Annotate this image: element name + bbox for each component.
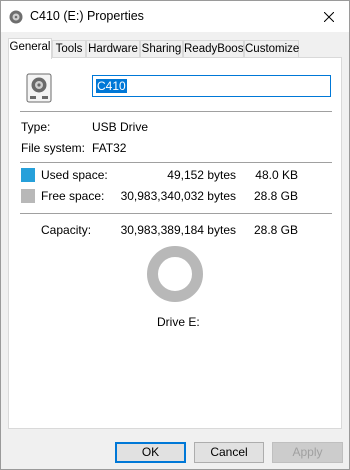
window-title: C410 (E:) Properties — [30, 9, 144, 23]
free-space-swatch — [21, 189, 35, 203]
close-button[interactable] — [309, 1, 349, 32]
apply-button[interactable]: Apply — [272, 442, 343, 463]
volume-name-input[interactable]: C410 — [92, 75, 331, 97]
type-value: USB Drive — [92, 120, 149, 134]
drive-icon — [9, 10, 23, 24]
used-space-label: Used space: — [41, 168, 108, 182]
general-panel: C410 Type: USB Drive File system: FAT32 … — [8, 57, 342, 429]
capacity-bytes: 30,983,389,184 bytes — [120, 223, 236, 237]
tab-customize[interactable]: Customize — [244, 40, 299, 58]
volume-name-text: C410 — [96, 79, 127, 93]
separator — [20, 162, 332, 163]
title-bar[interactable]: C410 (E:) Properties — [1, 1, 349, 32]
used-space-size: 48.0 KB — [255, 168, 298, 182]
free-space-label: Free space: — [41, 189, 105, 203]
capacity-size: 28.8 GB — [253, 223, 298, 237]
drive-letter-label: Drive E: — [157, 315, 200, 329]
tab-general[interactable]: General — [8, 38, 52, 59]
used-space-bytes: 49,152 bytes — [167, 168, 236, 182]
type-label: Type: — [21, 120, 51, 134]
tab-sharing[interactable]: Sharing — [140, 40, 183, 58]
file-system-label: File system: — [21, 141, 86, 155]
cancel-button[interactable]: Cancel — [194, 442, 264, 463]
used-space-swatch — [21, 168, 35, 182]
capacity-label: Capacity: — [41, 223, 92, 237]
tab-tools[interactable]: Tools — [52, 40, 86, 58]
close-icon — [324, 11, 334, 22]
ok-button[interactable]: OK — [115, 442, 186, 463]
separator — [20, 111, 332, 112]
usage-donut-chart — [147, 246, 203, 302]
file-system-value: FAT32 — [92, 141, 127, 155]
separator — [20, 213, 332, 214]
tab-readyboost[interactable]: ReadyBoost — [183, 40, 247, 58]
tab-hardware[interactable]: Hardware — [86, 40, 140, 58]
properties-dialog: C410 (E:) Properties General Tools Hardw… — [0, 0, 350, 470]
free-space-size: 28.8 GB — [253, 189, 298, 203]
free-space-bytes: 30,983,340,032 bytes — [120, 189, 236, 203]
drive-icon — [26, 73, 52, 103]
